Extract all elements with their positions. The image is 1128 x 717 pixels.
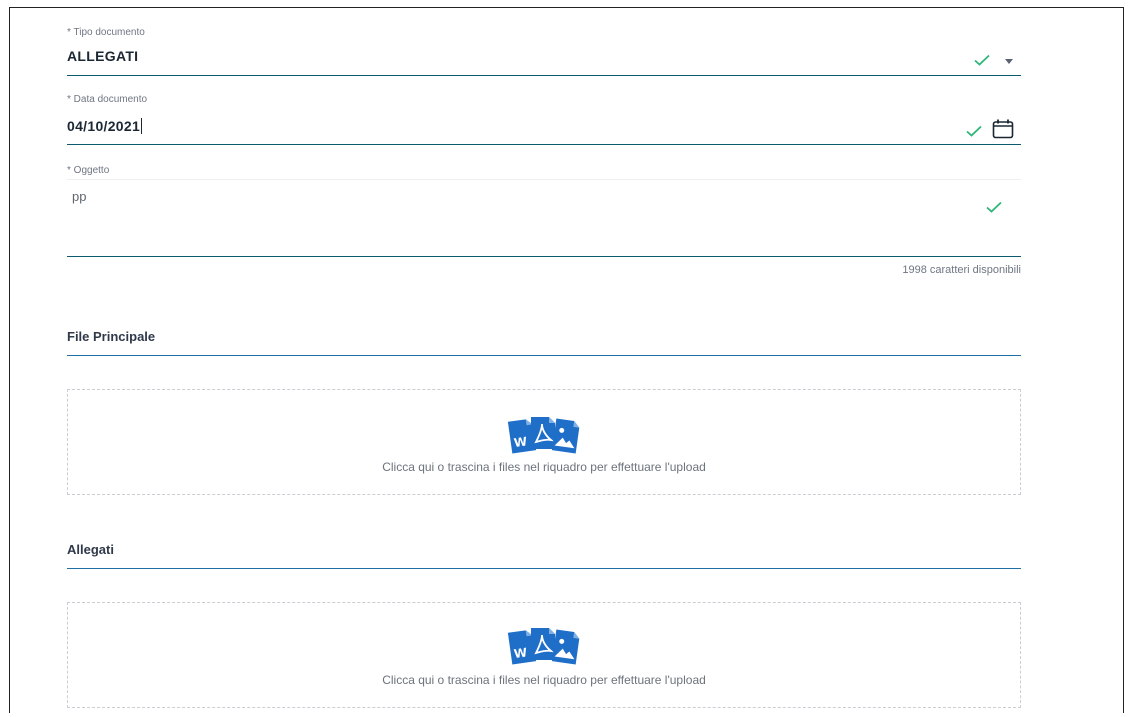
data-documento-label: * Data documento	[67, 94, 148, 105]
allegati-underline	[67, 568, 1021, 569]
allegati-dropzone[interactable]: W Clicca qui o trascina i files nel riqu…	[67, 602, 1021, 708]
caret-down-icon[interactable]	[1005, 59, 1013, 64]
check-icon	[986, 201, 1002, 213]
svg-text:W: W	[513, 645, 528, 661]
file-types-icon: W	[68, 414, 1020, 454]
data-documento-underline	[67, 144, 1021, 145]
allegati-drop-text: Clicca qui o trascina i files nel riquad…	[382, 673, 706, 687]
tipo-documento-underline	[67, 75, 1021, 76]
file-principale-drop-text: Clicca qui o trascina i files nel riquad…	[382, 460, 706, 474]
calendar-icon[interactable]	[992, 119, 1014, 139]
tipo-documento-value: ALLEGATI	[67, 48, 139, 64]
file-principale-underline	[67, 355, 1021, 356]
oggetto-label: * Oggetto	[67, 165, 110, 176]
svg-text:W: W	[513, 434, 528, 450]
data-documento-value: 04/10/2021	[67, 118, 143, 134]
oggetto-textarea[interactable]: pp	[67, 180, 1021, 256]
oggetto-value: pp	[72, 189, 87, 204]
oggetto-underline	[67, 256, 1021, 257]
form-panel: * Tipo documento ALLEGATI * Data documen…	[9, 7, 1124, 713]
check-icon	[966, 125, 982, 137]
data-documento-input[interactable]: 04/10/2021	[67, 115, 1021, 144]
char-counter: 1998 caratteri disponibili	[902, 264, 1021, 276]
tipo-documento-select[interactable]: ALLEGATI	[67, 46, 1021, 75]
file-principale-title: File Principale	[67, 329, 156, 344]
tipo-documento-label: * Tipo documento	[67, 27, 145, 38]
check-icon	[974, 54, 990, 66]
file-principale-dropzone[interactable]: W Clicca qui o trascina i files nel riqu…	[67, 389, 1021, 495]
allegati-title: Allegati	[67, 542, 114, 557]
file-types-icon: W	[68, 625, 1020, 665]
